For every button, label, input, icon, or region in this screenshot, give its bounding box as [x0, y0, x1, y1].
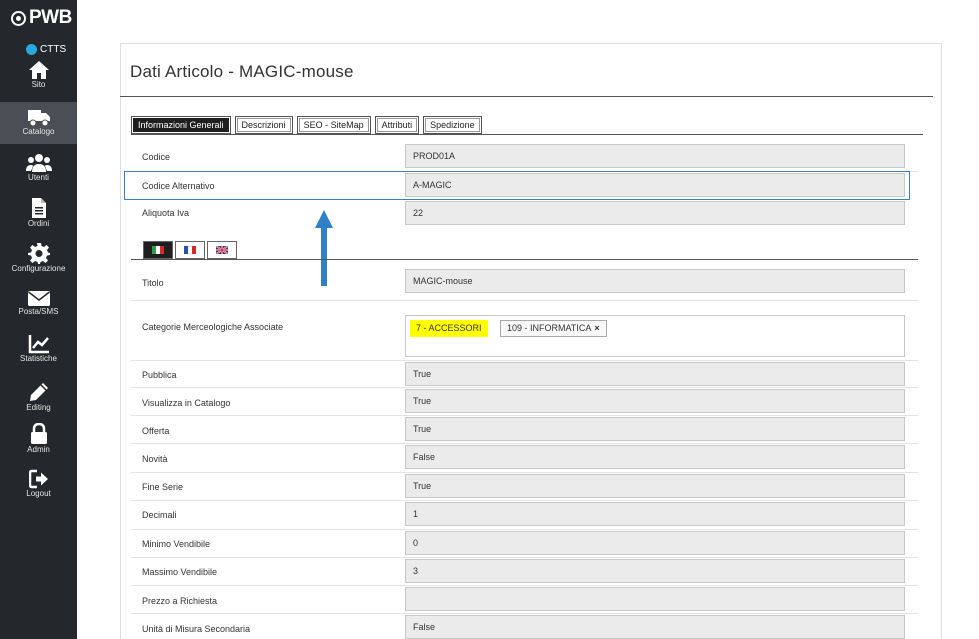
codice-label: Codice: [142, 152, 171, 162]
unita-misura-secondaria-label: Unità di Misura Secondaria: [142, 624, 251, 634]
brand-name: PWB: [29, 7, 72, 28]
gear-icon: [27, 243, 50, 264]
sidebar-item-statistiche[interactable]: Statistiche: [0, 334, 77, 368]
row-divider: [131, 443, 918, 444]
envelope-icon: [27, 291, 50, 306]
sidebar-item-label: Ordini: [27, 219, 50, 228]
tab-informazioni-generali[interactable]: Informazioni Generali: [131, 116, 231, 134]
unita-misura-secondaria-field[interactable]: False: [405, 615, 905, 639]
decimali-field[interactable]: 1: [405, 502, 905, 526]
brand-logo[interactable]: PWB: [11, 7, 72, 29]
site-badge-label: CTTS: [40, 44, 67, 55]
home-icon: [28, 61, 49, 79]
row-divider: [131, 360, 918, 361]
category-tag[interactable]: 109 - INFORMATICA ×: [500, 320, 607, 337]
massimo-vendibile-field[interactable]: 3: [405, 559, 905, 583]
row-divider: [131, 529, 918, 530]
sidebar-item-label: Logout: [26, 489, 51, 498]
logout-icon: [28, 469, 48, 489]
tab-language-fr[interactable]: [175, 241, 205, 259]
fine-serie-label: Fine Serie: [142, 482, 184, 492]
sidebar-item-admin[interactable]: Admin: [0, 423, 77, 457]
pubblica-label: Pubblica: [142, 370, 177, 380]
remove-tag-icon[interactable]: ×: [594, 323, 599, 333]
sidebar-item-label: Catalogo: [22, 127, 55, 136]
status-dot-icon: [26, 44, 37, 55]
novita-field[interactable]: False: [405, 445, 905, 469]
tabs-divider: [131, 134, 923, 135]
uk-flag-icon: [216, 246, 228, 254]
category-tag-label: 109 - INFORMATICA: [507, 323, 592, 333]
sidebar-item-configurazione[interactable]: Configurazione: [0, 242, 77, 282]
minimo-vendibile-field[interactable]: 0: [405, 531, 905, 555]
tab-descrizioni[interactable]: Descrizioni: [234, 116, 293, 134]
codice-field[interactable]: PROD01A: [405, 144, 905, 168]
sidebar: PWB CTTS Sito Catalogo Utenti Ordini Con…: [0, 0, 77, 639]
prezzo-a-richiesta-label: Prezzo a Richiesta: [142, 596, 218, 606]
page-title: Dati Articolo - MAGIC-mouse: [130, 62, 354, 81]
titolo-label: Titolo: [142, 278, 164, 288]
tab-attributi[interactable]: Attributi: [374, 116, 420, 134]
sidebar-item-label: Statistiche: [20, 354, 57, 363]
row-divider: [131, 387, 918, 388]
sidebar-item-label: Configurazione: [11, 264, 66, 273]
row-divider: [131, 585, 918, 586]
sidebar-item-editing[interactable]: Editing: [0, 381, 77, 415]
titolo-field[interactable]: MAGIC-mouse: [405, 269, 905, 293]
lock-icon: [30, 423, 47, 444]
aliquota-iva-label: Aliquota Iva: [142, 208, 190, 218]
visualizza-in-catalogo-field[interactable]: True: [405, 389, 905, 413]
document-icon: [31, 198, 46, 218]
sidebar-item-ordini[interactable]: Ordini: [0, 197, 77, 237]
categorie-multiselect[interactable]: 7 - ACCESSORI 109 - INFORMATICA ×: [405, 315, 905, 357]
italy-flag-icon: [152, 246, 164, 254]
tab-language-it[interactable]: [143, 241, 173, 259]
sidebar-item-catalogo[interactable]: Catalogo: [0, 102, 77, 144]
sidebar-item-label: Utenti: [28, 173, 49, 182]
sidebar-item-label: Sito: [31, 80, 46, 89]
prezzo-a-richiesta-field[interactable]: [405, 587, 905, 611]
tab-spedizione[interactable]: Spedizione: [423, 116, 482, 134]
title-divider: [120, 96, 933, 97]
sidebar-item-label: Editing: [26, 403, 51, 412]
users-icon: [25, 154, 52, 172]
novita-label: Novità: [142, 454, 168, 464]
chart-icon: [28, 335, 49, 354]
decimali-label: Decimali: [142, 510, 177, 520]
site-badge: CTTS: [26, 44, 66, 55]
sidebar-item-label: Admin: [27, 445, 50, 454]
sidebar-item-logout[interactable]: Logout: [0, 469, 77, 503]
fine-serie-field[interactable]: True: [405, 474, 905, 498]
language-tabs: [143, 241, 239, 259]
massimo-vendibile-label: Massimo Vendibile: [142, 567, 218, 577]
pencil-icon: [29, 383, 48, 401]
minimo-vendibile-label: Minimo Vendibile: [142, 539, 211, 549]
offerta-field[interactable]: True: [405, 417, 905, 441]
tab-seo-sitemap[interactable]: SEO - SiteMap: [296, 116, 371, 134]
sidebar-item-utenti[interactable]: Utenti: [0, 153, 77, 193]
sidebar-item-label: Posta/SMS: [18, 307, 59, 316]
categorie-label: Categorie Merceologiche Associate: [142, 322, 284, 332]
row-divider: [131, 557, 918, 558]
row-divider: [131, 300, 918, 301]
language-divider: [131, 259, 918, 260]
row-divider: [131, 613, 918, 614]
france-flag-icon: [184, 246, 196, 254]
pubblica-field[interactable]: True: [405, 362, 905, 386]
row-divider: [131, 415, 918, 416]
brand-logo-icon: [11, 10, 26, 26]
category-primary-tag: 7 - ACCESSORI: [410, 320, 488, 337]
visualizza-in-catalogo-label: Visualizza in Catalogo: [142, 398, 231, 408]
row-divider: [131, 472, 918, 473]
tab-bar: Informazioni Generali Descrizioni SEO - …: [131, 116, 482, 134]
highlight-box: [124, 171, 910, 200]
truck-icon: [27, 110, 50, 127]
offerta-label: Offerta: [142, 426, 170, 436]
aliquota-iva-field[interactable]: 22: [405, 201, 905, 225]
tab-language-gb[interactable]: [207, 241, 237, 259]
sidebar-item-sito[interactable]: Sito: [0, 60, 77, 100]
sidebar-item-posta-sms[interactable]: Posta/SMS: [0, 290, 77, 324]
arrow-up-icon: [315, 210, 333, 286]
row-divider: [131, 500, 918, 501]
